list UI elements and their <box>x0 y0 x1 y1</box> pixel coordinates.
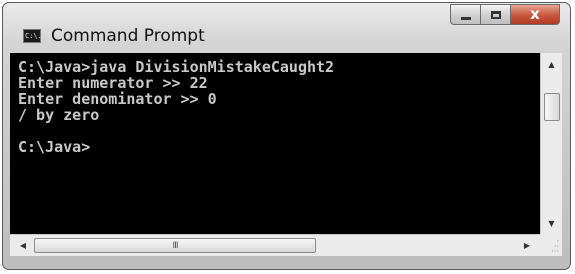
close-button[interactable]: x <box>510 4 560 25</box>
chevron-left-icon: ◀ <box>19 241 27 250</box>
console-text: C:\Java>java DivisionMistakeCaught2 Enter… <box>10 53 540 155</box>
horizontal-scrollbar[interactable]: ◀ III ▶ <box>10 234 540 256</box>
console-output[interactable]: C:\Java>java DivisionMistakeCaught2 Enter… <box>10 53 540 234</box>
chevron-right-icon: ▶ <box>523 241 531 250</box>
console-line: C:\Java>java DivisionMistakeCaught2 <box>18 58 335 76</box>
command-prompt-icon[interactable]: C:\. <box>23 29 42 43</box>
scroll-down-button[interactable]: ▼ <box>541 214 562 232</box>
resize-corner[interactable]: · ·· ··· <box>540 234 562 256</box>
maximize-icon <box>490 10 501 19</box>
chevron-down-icon: ▼ <box>548 218 555 228</box>
console-line: Enter numerator >> 22 <box>18 74 208 92</box>
vertical-scroll-thumb[interactable] <box>544 93 560 121</box>
minimize-button[interactable] <box>450 4 480 25</box>
close-icon: x <box>530 5 540 23</box>
console-line: / by zero <box>18 106 100 124</box>
scroll-up-button[interactable]: ▲ <box>541 55 562 73</box>
maximize-button[interactable] <box>480 4 510 25</box>
minimize-icon <box>460 17 471 20</box>
grip-icon: III <box>172 240 179 251</box>
console-line: Enter denominator >> 0 <box>18 90 217 108</box>
command-prompt-window: C:\. Command Prompt x C:\Java>java Divis… <box>2 2 571 270</box>
scroll-left-button[interactable]: ◀ <box>14 235 32 256</box>
scroll-right-button[interactable]: ▶ <box>518 235 536 256</box>
window-controls: x <box>450 4 560 26</box>
vertical-scrollbar[interactable]: ▲ ▼ <box>540 53 562 234</box>
horizontal-scroll-thumb[interactable]: III <box>34 238 316 253</box>
resize-grip-icon: · ·· ··· <box>551 237 559 256</box>
chevron-up-icon: ▲ <box>548 59 555 69</box>
title-bar[interactable]: C:\. Command Prompt x <box>3 3 570 47</box>
window-title: Command Prompt <box>51 26 205 46</box>
console-line: C:\Java> <box>18 138 91 156</box>
